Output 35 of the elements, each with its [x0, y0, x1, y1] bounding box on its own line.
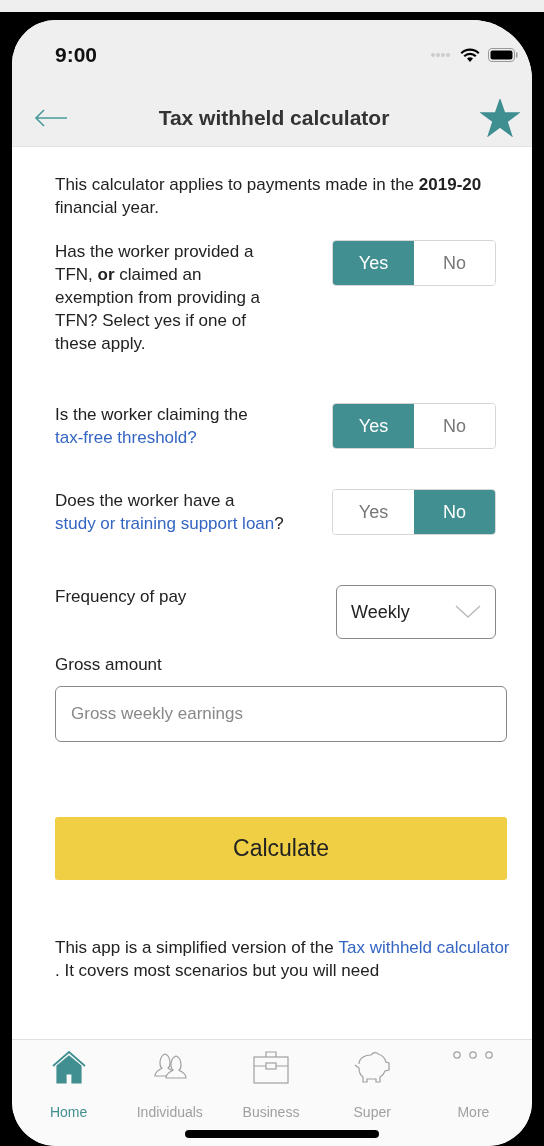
question-text: Does the worker have a: [55, 491, 235, 510]
chevron-down-icon: [455, 605, 481, 619]
more-icon: [451, 1050, 496, 1060]
briefcase-icon: [252, 1050, 290, 1084]
tab-item[interactable]: Super: [321, 1040, 423, 1120]
question-link[interactable]: tax-free threshold?: [55, 428, 197, 447]
footer-text: . It covers most scenarios but you will need: [55, 960, 380, 982]
back-arrow-icon[interactable]: [34, 109, 68, 127]
tab-item[interactable]: Business: [220, 1040, 322, 1120]
screen-title: Tax withheld calculator: [158, 106, 390, 130]
tab-item[interactable]: Individuals: [119, 1040, 221, 1120]
tab-item[interactable]: More: [422, 1040, 524, 1120]
calculate-button[interactable]: Calculate: [55, 817, 507, 880]
frequency-label: Frequency of pay: [55, 586, 187, 608]
signal-icon: [430, 52, 452, 58]
home-icon: [50, 1050, 87, 1084]
tab-item[interactable]: Home: [18, 1040, 120, 1120]
question-text: Is the worker claiming the: [55, 405, 248, 424]
footer-link[interactable]: Tax withheld calculator: [338, 936, 510, 959]
question-link[interactable]: study or training support loan: [55, 514, 275, 533]
battery-icon: [488, 48, 518, 62]
wifi-icon: [460, 47, 480, 63]
question-text: ?: [274, 514, 284, 533]
footer-text: This app is a simplified version of the: [55, 937, 335, 959]
toggle-option[interactable]: Yes: [333, 241, 414, 285]
gross-amount-field[interactable]: Gross weekly earnings: [55, 686, 507, 742]
question-text: Has the worker provided a TFN, or claimed an exemption from providing a TFN? Select yes if one of these apply.: [55, 242, 261, 353]
toggle-option[interactable]: No: [414, 490, 495, 534]
intro-text: This calculator applies to payments made in the 2019-20 financial year.: [55, 174, 483, 219]
status-time: 9:00: [55, 43, 98, 67]
gross-label: Gross amount: [55, 654, 163, 676]
frequency-dropdown[interactable]: Weekly: [336, 585, 496, 639]
piggy-bank-icon: [353, 1050, 392, 1084]
toggle-option[interactable]: Yes: [333, 404, 414, 448]
star-icon[interactable]: [480, 99, 520, 137]
